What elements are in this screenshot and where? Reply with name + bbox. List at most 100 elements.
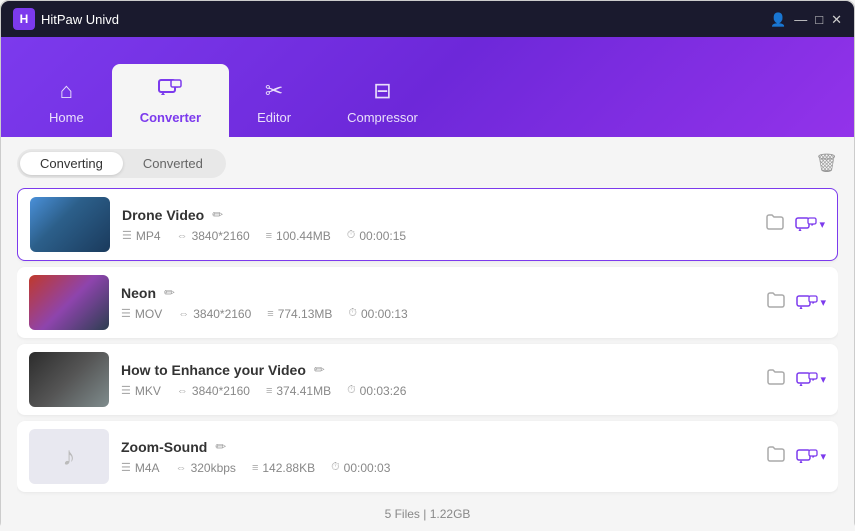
resolution-icon: ⇔ <box>178 308 189 320</box>
file-info-neon: Neon ✏ ☰ MOV ⇔ 3840*2160 ≡ 774.13MB <box>121 285 750 321</box>
tab-converted[interactable]: Converted <box>123 152 223 175</box>
app-logo: H HitPaw Univd <box>13 8 119 30</box>
edit-icon[interactable]: ✏ <box>314 362 325 378</box>
nav-home-label: Home <box>49 110 84 125</box>
size-icon: ≡ <box>267 308 273 320</box>
compressor-icon: ⊟ <box>373 78 391 104</box>
chevron-down-icon: ▾ <box>820 450 826 463</box>
file-actions: ▾ <box>761 209 825 240</box>
file-duration: ⏱ 00:00:13 <box>348 307 407 321</box>
size-icon: ≡ <box>252 462 258 474</box>
file-title-row: Neon ✏ <box>121 285 750 301</box>
nav-compressor-label: Compressor <box>347 110 418 125</box>
thumbnail-drone-video <box>30 197 110 252</box>
open-folder-button[interactable] <box>762 441 790 472</box>
tab-group: Converting Converted <box>17 149 226 178</box>
convert-button[interactable]: ▾ <box>796 371 826 389</box>
resolution-icon: ⇔ <box>177 230 188 242</box>
format-icon: ☰ <box>122 229 132 242</box>
file-list: Drone Video ✏ ☰ MP4 ⇔ 3840*2160 ≡ 100.44… <box>17 188 838 501</box>
resolution-icon: ⇔ <box>176 462 187 474</box>
thumbnail-zoom-sound: ♪ <box>29 429 109 484</box>
open-folder-button[interactable] <box>762 364 790 395</box>
file-name: Drone Video <box>122 207 204 223</box>
convert-button[interactable]: ▾ <box>796 294 826 312</box>
duration-icon: ⏱ <box>347 384 356 397</box>
file-meta: ☰ MP4 ⇔ 3840*2160 ≡ 100.44MB ⏱ 00:00:15 <box>122 229 749 243</box>
file-size: ≡ 374.41MB <box>266 384 331 398</box>
file-name: Zoom-Sound <box>121 439 207 455</box>
table-row: How to Enhance your Video ✏ ☰ MKV ⇔ 3840… <box>17 344 838 415</box>
duration-icon: ⏱ <box>347 229 356 242</box>
file-duration: ⏱ 00:00:03 <box>331 461 390 475</box>
file-duration: ⏱ 00:03:26 <box>347 384 406 398</box>
thumbnail-enhance <box>29 352 109 407</box>
file-name: How to Enhance your Video <box>121 362 306 378</box>
file-meta: ☰ MKV ⇔ 3840*2160 ≡ 374.41MB ⏱ 00:03:26 <box>121 384 750 398</box>
file-resolution: ⇔ 3840*2160 <box>177 384 250 398</box>
chevron-down-icon: ▾ <box>820 296 826 309</box>
table-row: Neon ✏ ☰ MOV ⇔ 3840*2160 ≡ 774.13MB <box>17 267 838 338</box>
file-name: Neon <box>121 285 156 301</box>
nav-bar: ⌂ Home Converter ✂ Editor ⊟ Compressor <box>1 37 854 137</box>
open-folder-button[interactable] <box>762 287 790 318</box>
convert-button[interactable]: ▾ <box>795 216 825 234</box>
profile-icon[interactable]: 👤 <box>770 13 786 26</box>
edit-icon[interactable]: ✏ <box>164 285 175 301</box>
app-name: HitPaw Univd <box>41 12 119 27</box>
file-info-drone-video: Drone Video ✏ ☰ MP4 ⇔ 3840*2160 ≡ 100.44… <box>122 207 749 243</box>
title-bar: H HitPaw Univd 👤 — □ ✕ <box>1 1 854 37</box>
content-area: Converting Converted 🗑 Drone Video ✏ ☰ M… <box>1 137 854 531</box>
file-meta: ☰ M4A ⇔ 320kbps ≡ 142.88KB ⏱ 00:00:03 <box>121 461 750 475</box>
home-icon: ⌂ <box>60 78 73 104</box>
file-format: ☰ MKV <box>121 384 161 398</box>
file-format: ☰ MP4 <box>122 229 161 243</box>
file-resolution: ⇔ 3840*2160 <box>178 307 251 321</box>
nav-editor[interactable]: ✂ Editor <box>229 66 319 137</box>
size-icon: ≡ <box>266 385 272 397</box>
tab-row: Converting Converted 🗑 <box>17 149 838 178</box>
file-size: ≡ 142.88KB <box>252 461 315 475</box>
convert-button[interactable]: ▾ <box>796 448 826 466</box>
file-resolution: ⇔ 3840*2160 <box>177 229 250 243</box>
chevron-down-icon: ▾ <box>820 373 826 386</box>
title-bar-left: H HitPaw Univd <box>13 8 119 30</box>
chevron-down-icon: ▾ <box>819 218 825 231</box>
file-info-zoom-sound: Zoom-Sound ✏ ☰ M4A ⇔ 320kbps ≡ 142.88KB <box>121 439 750 475</box>
format-icon: ☰ <box>121 307 131 320</box>
nav-editor-label: Editor <box>257 110 291 125</box>
maximize-button[interactable]: □ <box>815 13 823 26</box>
converter-icon <box>157 76 183 104</box>
table-row: Drone Video ✏ ☰ MP4 ⇔ 3840*2160 ≡ 100.44… <box>17 188 838 261</box>
file-format: ☰ MOV <box>121 307 162 321</box>
file-title-row: Drone Video ✏ <box>122 207 749 223</box>
table-row: ♪ Zoom-Sound ✏ ☰ M4A ⇔ 320kbps <box>17 421 838 492</box>
nav-converter[interactable]: Converter <box>112 64 229 137</box>
file-actions: ▾ <box>762 364 826 395</box>
duration-icon: ⏱ <box>348 307 357 320</box>
file-format: ☰ M4A <box>121 461 160 475</box>
file-title-row: Zoom-Sound ✏ <box>121 439 750 455</box>
nav-compressor[interactable]: ⊟ Compressor <box>319 66 446 137</box>
editor-icon: ✂ <box>265 78 283 104</box>
minimize-button[interactable]: — <box>794 13 807 26</box>
app-logo-icon: H <box>13 8 35 30</box>
tab-converting[interactable]: Converting <box>20 152 123 175</box>
nav-home[interactable]: ⌂ Home <box>21 66 112 137</box>
window-controls: 👤 — □ ✕ <box>770 13 842 26</box>
open-folder-button[interactable] <box>761 209 789 240</box>
size-icon: ≡ <box>266 230 272 242</box>
file-actions: ▾ <box>762 441 826 472</box>
close-button[interactable]: ✕ <box>831 13 842 26</box>
file-actions: ▾ <box>762 287 826 318</box>
edit-icon[interactable]: ✏ <box>212 207 223 223</box>
file-meta: ☰ MOV ⇔ 3840*2160 ≡ 774.13MB ⏱ 00:00:13 <box>121 307 750 321</box>
duration-icon: ⏱ <box>331 461 340 474</box>
delete-all-button[interactable]: 🗑 <box>815 153 838 174</box>
edit-icon[interactable]: ✏ <box>215 439 226 455</box>
status-bar: 5 Files | 1.22GB <box>17 501 838 523</box>
format-icon: ☰ <box>121 384 131 397</box>
file-resolution: ⇔ 320kbps <box>176 461 236 475</box>
thumbnail-neon <box>29 275 109 330</box>
file-size: ≡ 100.44MB <box>266 229 331 243</box>
